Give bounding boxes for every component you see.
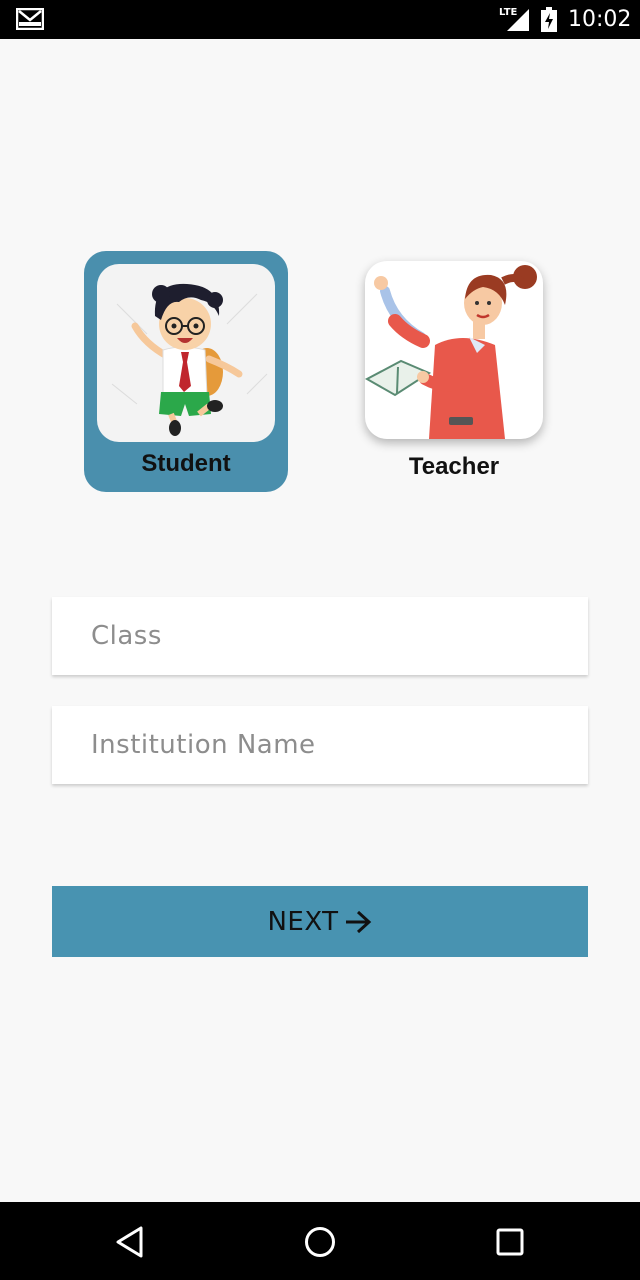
clock: 10:02 <box>568 7 632 32</box>
status-bar: LTE 10:02 <box>0 0 640 39</box>
home-icon[interactable] <box>300 1222 340 1262</box>
next-button-label: NEXT <box>267 906 339 937</box>
navigation-bar <box>0 1202 640 1280</box>
next-button[interactable]: NEXT <box>52 886 588 957</box>
gmail-icon <box>16 8 44 30</box>
recents-icon[interactable] <box>490 1222 530 1262</box>
class-input[interactable] <box>52 597 588 675</box>
institution-field[interactable] <box>52 706 588 784</box>
student-illustration <box>97 264 275 442</box>
role-student-label: Student <box>141 450 231 477</box>
teacher-illustration <box>365 261 543 439</box>
role-student-card[interactable]: Student <box>84 251 288 492</box>
back-icon[interactable] <box>111 1222 151 1262</box>
signal-icon <box>507 9 529 31</box>
role-teacher-card[interactable]: Teacher <box>350 251 558 492</box>
class-field[interactable] <box>52 597 588 675</box>
arrow-right-icon <box>345 910 371 933</box>
institution-name-input[interactable] <box>52 706 588 784</box>
battery-charging-icon <box>541 7 557 32</box>
role-teacher-label: Teacher <box>408 453 500 480</box>
